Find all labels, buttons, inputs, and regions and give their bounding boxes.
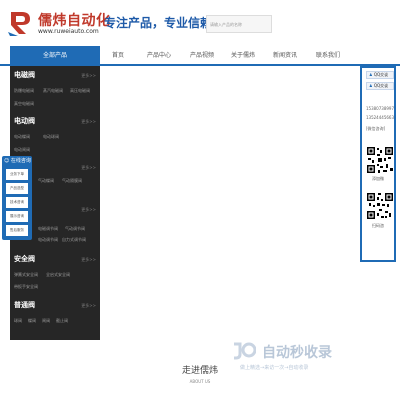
section-title[interactable]: 电磁阀 [14,70,35,80]
sub-link[interactable]: 全启式安全阀 [46,272,70,278]
sidebar-section: 安全阀 更多>> 弹簧式安全阀 全启式安全阀 带扳手安全阀 [10,254,100,296]
section-title[interactable]: 安全阀 [14,254,35,264]
consult-qr-code [366,192,394,220]
sub-link[interactable]: 电动调节阀 [38,237,58,243]
wechat-qr-code [366,146,394,174]
sub-link[interactable]: 气动蝶阀 [38,178,54,184]
consult-aftersales-button[interactable]: 售后服务 [6,225,28,236]
sub-link[interactable]: 电磁调节阀 [38,226,58,232]
qq-label: QQ交谈 [373,83,389,88]
section-more-link[interactable]: 更多>> [81,303,96,309]
sub-link[interactable]: 气动隔膜阀 [62,178,82,184]
page: 儒炜自动化 www.ruweiauto.com 专注产品，专业信赖! 请输入产品… [0,0,400,400]
watermark-text: 自动秒收录 [262,345,332,361]
qq-chat-button[interactable]: ♟ QQ交谈 [366,82,394,90]
nav-contact[interactable]: 联系我们 [316,46,340,65]
sub-link[interactable]: 自力式调节阀 [62,237,86,243]
wechat-label: [微信咨询] [366,126,386,131]
all-products-button[interactable]: 全部产品 [10,46,100,65]
sub-link[interactable]: 高压电磁阀 [70,88,90,94]
online-consult-panel: ☺ 在线咨询 业务下单 产品选型 技术咨询 展示咨询 售后服务 [2,156,32,240]
sub-link[interactable]: 防爆电磁阀 [14,88,34,94]
slogan: 专注产品，专业信赖! [104,16,218,30]
sub-link[interactable]: 电动蝶阀 [14,134,30,140]
sub-link[interactable]: 气动调节阀 [65,226,85,232]
phone-number[interactable]: 15380738997 [366,106,394,111]
sub-link[interactable]: 蝶阀 [28,318,36,324]
sub-link[interactable]: 真空电磁阀 [14,101,34,107]
section-more-link[interactable]: 更多>> [81,119,96,125]
section-more-link[interactable]: 更多>> [81,73,96,79]
sub-link[interactable]: 电动闸阀 [14,147,30,153]
section-title[interactable]: 普通阀 [14,300,35,310]
nav-news[interactable]: 新闻资讯 [273,46,297,65]
consult-display-button[interactable]: 展示咨询 [6,211,28,222]
sub-link[interactable]: 电动球阀 [43,134,59,140]
qq-icon: ♟ [369,72,373,77]
qr-caption: 添加微 [372,176,384,181]
sidebar-section: 普通阀 更多>> 球阀 蝶阀 闸阀 截止阀 [10,300,100,338]
online-consult-title: 在线咨询 [10,158,31,164]
nav-home[interactable]: 首页 [112,46,124,65]
nav-about[interactable]: 关于儒炜 [231,46,255,65]
search-placeholder: 请输入产品的名称 [210,22,242,27]
sub-link[interactable]: 闸阀 [42,318,50,324]
logo-icon[interactable] [8,10,32,36]
chat-icon: ☺ [4,158,10,164]
consult-tech-button[interactable]: 技术咨询 [6,197,28,208]
qr-caption: 扫码咨 [372,223,384,228]
phone-number[interactable]: 13524445663 [366,115,394,120]
sub-link[interactable]: 蒸汽电磁阀 [43,88,63,94]
sub-link[interactable]: 弹簧式安全阀 [14,272,38,278]
logo-url: www.ruweiauto.com [38,28,99,35]
qq-chat-button[interactable]: ♟ QQ交谈 [366,71,394,79]
contact-panel: ♟ QQ交谈 ♟ QQ交谈 15380738997 13524445663 [微… [360,66,396,262]
logo-name[interactable]: 儒炜自动化 [38,10,111,30]
sub-link[interactable]: 球阀 [14,318,22,324]
consult-selection-button[interactable]: 产品选型 [6,183,28,194]
about-subtitle: ABOUT US [189,379,211,384]
online-consult-header: ☺ 在线咨询 [4,156,32,166]
sidebar-section: 电磁阀 更多>> 防爆电磁阀 蒸汽电磁阀 高压电磁阀 真空电磁阀 [10,70,100,112]
nav-videos[interactable]: 产品视频 [190,46,214,65]
sidebar-section: 电动阀 更多>> 电动蝶阀 电动球阀 电动闸阀 [10,116,100,156]
section-more-link[interactable]: 更多>> [81,257,96,263]
watermark-logo-icon [234,342,256,360]
sub-link[interactable]: 截止阀 [56,318,68,324]
section-title[interactable]: 电动阀 [14,116,35,126]
section-more-link[interactable]: 更多>> [81,165,96,171]
about-title: 走进儒炜 [181,366,218,376]
nav-products[interactable]: 产品中心 [147,46,171,65]
qq-label: QQ交谈 [373,72,389,77]
search-input[interactable]: 请输入产品的名称 [206,15,272,33]
sub-link[interactable]: 带扳手安全阀 [14,284,38,290]
consult-order-button[interactable]: 业务下单 [6,169,28,180]
qq-icon: ♟ [369,83,373,88]
section-more-link[interactable]: 更多>> [81,207,96,213]
